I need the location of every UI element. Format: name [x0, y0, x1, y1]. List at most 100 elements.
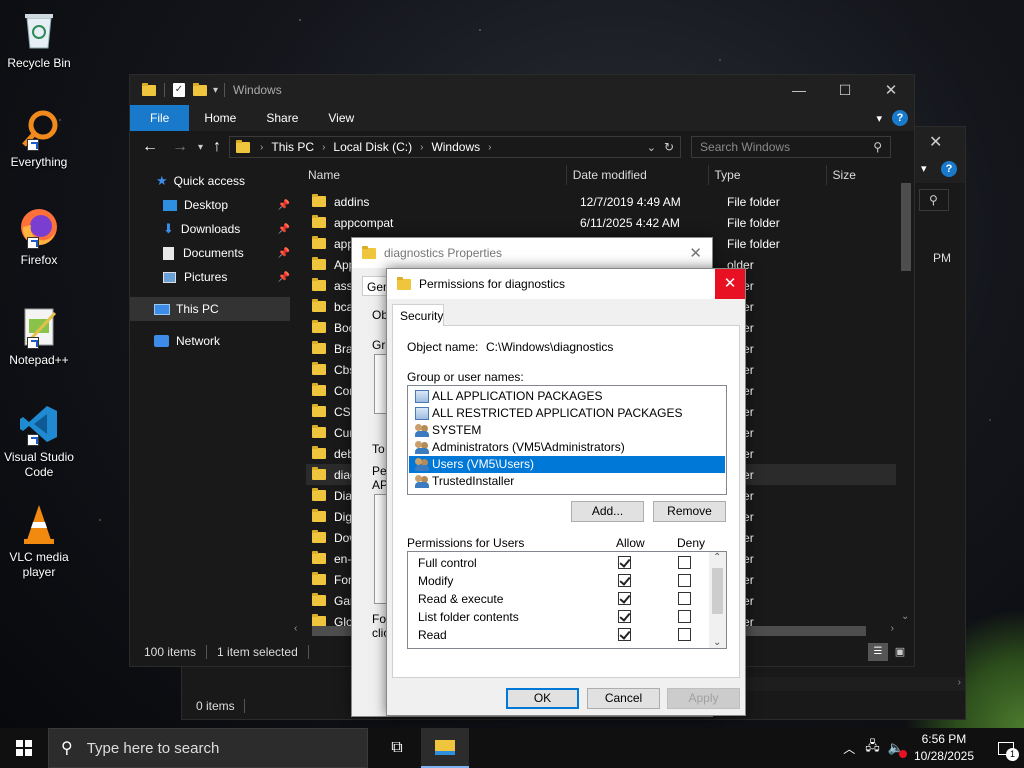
close-icon[interactable]: ✕ — [715, 269, 745, 299]
refresh-icon[interactable]: ↻ — [664, 140, 674, 154]
breadcrumb-separator-icon[interactable]: › — [488, 142, 491, 153]
desktop-icon-notepadpp[interactable]: Notepad++ — [4, 305, 74, 368]
breadcrumb-separator-icon[interactable]: › — [260, 142, 263, 153]
permission-list-scrollbar[interactable]: ⌃ ⌄ — [709, 552, 726, 648]
sidebar-item-pictures[interactable]: Pictures 📌 — [130, 265, 290, 289]
group-list-item[interactable]: Administrators (VM5\Administrators) — [409, 439, 725, 456]
back-arrow-icon[interactable]: ← — [142, 138, 158, 156]
recent-locations-icon[interactable]: ▾ — [198, 142, 203, 153]
volume-muted-icon[interactable]: 🔈 — [888, 740, 907, 758]
chevron-down-icon[interactable]: ▾ — [876, 112, 882, 125]
address-dropdown-icon[interactable]: ⌄ — [647, 141, 656, 154]
address-bar[interactable]: › This PC › Local Disk (C:) › Windows › … — [229, 136, 682, 158]
group-list[interactable]: ALL APPLICATION PACKAGES ALL RESTRICTED A… — [407, 385, 727, 495]
column-header-size[interactable]: Size — [827, 168, 896, 182]
minimize-icon[interactable]: — — [776, 82, 822, 98]
group-list-item[interactable]: ALL RESTRICTED APPLICATION PACKAGES — [409, 405, 725, 422]
allow-checkbox[interactable] — [618, 556, 631, 569]
chevron-down-icon[interactable]: ⌄ — [713, 637, 721, 648]
ok-button[interactable]: OK — [506, 688, 579, 709]
close-icon[interactable]: ✕ — [929, 132, 942, 152]
large-icons-view-icon[interactable]: ▣ — [890, 643, 910, 661]
desktop-icon-recycle-bin[interactable]: Recycle Bin — [4, 8, 74, 71]
permissions-titlebar[interactable]: Permissions for diagnostics ✕ — [387, 269, 745, 299]
breadcrumb-separator-icon[interactable]: › — [420, 142, 423, 153]
breadcrumb-local-disk[interactable]: Local Disk (C:) — [333, 140, 412, 154]
task-view-button[interactable]: ⧉ — [373, 728, 421, 768]
allow-checkbox[interactable] — [618, 628, 631, 641]
deny-checkbox[interactable] — [678, 592, 691, 605]
up-arrow-icon[interactable]: ↑ — [213, 138, 221, 156]
sidebar-item-downloads[interactable]: ⬇ Downloads 📌 — [130, 217, 290, 241]
column-header-name[interactable]: Name — [306, 168, 566, 182]
breadcrumb-separator-icon[interactable]: › — [322, 142, 325, 153]
search-input[interactable]: Search Windows — [700, 140, 873, 154]
group-list-item[interactable]: ALL APPLICATION PACKAGES — [409, 388, 725, 405]
chevron-down-icon[interactable]: ⌄ — [901, 611, 909, 622]
allow-checkbox[interactable] — [618, 610, 631, 623]
taskbar-search-input[interactable]: Type here to search — [87, 740, 220, 757]
group-list-item[interactable]: SYSTEM — [409, 422, 725, 439]
tab-share[interactable]: Share — [251, 105, 313, 131]
details-view-icon[interactable]: ☰ — [868, 643, 888, 661]
allow-checkbox[interactable] — [618, 574, 631, 587]
maximize-icon[interactable]: ☐ — [822, 82, 868, 99]
sidebar-item-this-pc[interactable]: This PC — [130, 297, 290, 321]
notification-center-button[interactable]: 1 — [988, 728, 1024, 768]
add-button[interactable]: Add... — [571, 501, 644, 522]
allow-checkbox[interactable] — [618, 592, 631, 605]
taskbar-search-box[interactable]: ⚲ Type here to search — [48, 728, 368, 768]
chevron-down-icon[interactable]: ▾ — [921, 162, 927, 175]
cancel-button[interactable]: Cancel — [587, 688, 660, 709]
help-icon[interactable]: ? — [892, 110, 908, 126]
search-box[interactable]: Search Windows ⚲ — [691, 136, 892, 158]
group-list-item[interactable]: TrustedInstaller — [409, 473, 725, 490]
table-row[interactable]: appcompat 6/11/2025 4:42 AM File folder — [306, 212, 896, 233]
column-header-type[interactable]: Type — [709, 168, 826, 182]
forward-arrow-icon[interactable]: → — [172, 138, 188, 156]
chevron-right-icon[interactable]: › — [958, 677, 961, 688]
sidebar-item-documents[interactable]: Documents 📌 — [130, 241, 290, 265]
chevron-up-icon[interactable]: ⌃ — [713, 552, 721, 563]
breadcrumb-this-pc[interactable]: This PC — [271, 140, 314, 154]
pin-icon[interactable]: 📌 — [278, 224, 290, 235]
sidebar-item-network[interactable]: Network — [130, 329, 290, 353]
qat-dropdown-icon[interactable]: ▾ — [213, 85, 218, 96]
desktop-icon-firefox[interactable]: Firefox — [4, 205, 74, 268]
taskbar-file-explorer[interactable] — [421, 728, 469, 768]
properties-quick-icon[interactable]: ✓ — [173, 83, 185, 97]
tab-view[interactable]: View — [313, 105, 369, 131]
close-icon[interactable]: ✕ — [868, 81, 914, 99]
scrollbar-thumb[interactable] — [712, 568, 723, 614]
deny-checkbox[interactable] — [678, 556, 691, 569]
table-row[interactable]: addins 12/7/2019 4:49 AM File folder — [306, 191, 896, 212]
network-tray-icon[interactable]: 🖧 — [865, 737, 880, 759]
explorer-titlebar[interactable]: ✓ ▾ Windows — ☐ ✕ — [130, 75, 914, 105]
tab-file[interactable]: File — [130, 105, 190, 131]
desktop-icon-vscode[interactable]: Visual Studio Code — [4, 402, 74, 480]
sidebar-item-desktop[interactable]: Desktop 📌 — [130, 193, 290, 217]
show-hidden-icons-chevron[interactable]: ︿ — [843, 740, 855, 757]
vertical-scrollbar[interactable]: ⌄ — [900, 173, 912, 622]
properties-titlebar[interactable]: diagnostics Properties ✕ — [352, 238, 712, 268]
help-icon[interactable]: ? — [941, 161, 957, 177]
deny-checkbox[interactable] — [678, 574, 691, 587]
new-folder-icon[interactable] — [193, 82, 207, 96]
back-window-search-box[interactable]: ⚲ — [919, 189, 949, 211]
breadcrumb-windows[interactable]: Windows — [431, 140, 480, 154]
chevron-left-icon[interactable]: ‹ — [294, 623, 297, 634]
remove-button[interactable]: Remove — [653, 501, 726, 522]
desktop-icon-everything[interactable]: Everything — [4, 107, 74, 170]
close-icon[interactable]: ✕ — [689, 244, 702, 262]
column-header-date[interactable]: Date modified — [567, 168, 708, 182]
start-button[interactable] — [0, 728, 48, 768]
desktop-icon-vlc[interactable]: VLC media player — [4, 502, 74, 580]
clock[interactable]: 6:56 PM 10/28/2025 — [914, 731, 974, 765]
pin-icon[interactable]: 📌 — [278, 200, 290, 211]
chevron-right-icon[interactable]: › — [891, 623, 894, 634]
permissions-dialog[interactable]: Permissions for diagnostics ✕ Security O… — [386, 268, 746, 716]
deny-checkbox[interactable] — [678, 610, 691, 623]
group-list-item[interactable]: Users (VM5\Users) — [409, 456, 725, 473]
nav-pane-splitter[interactable] — [290, 163, 306, 638]
pin-icon[interactable]: 📌 — [278, 272, 290, 283]
